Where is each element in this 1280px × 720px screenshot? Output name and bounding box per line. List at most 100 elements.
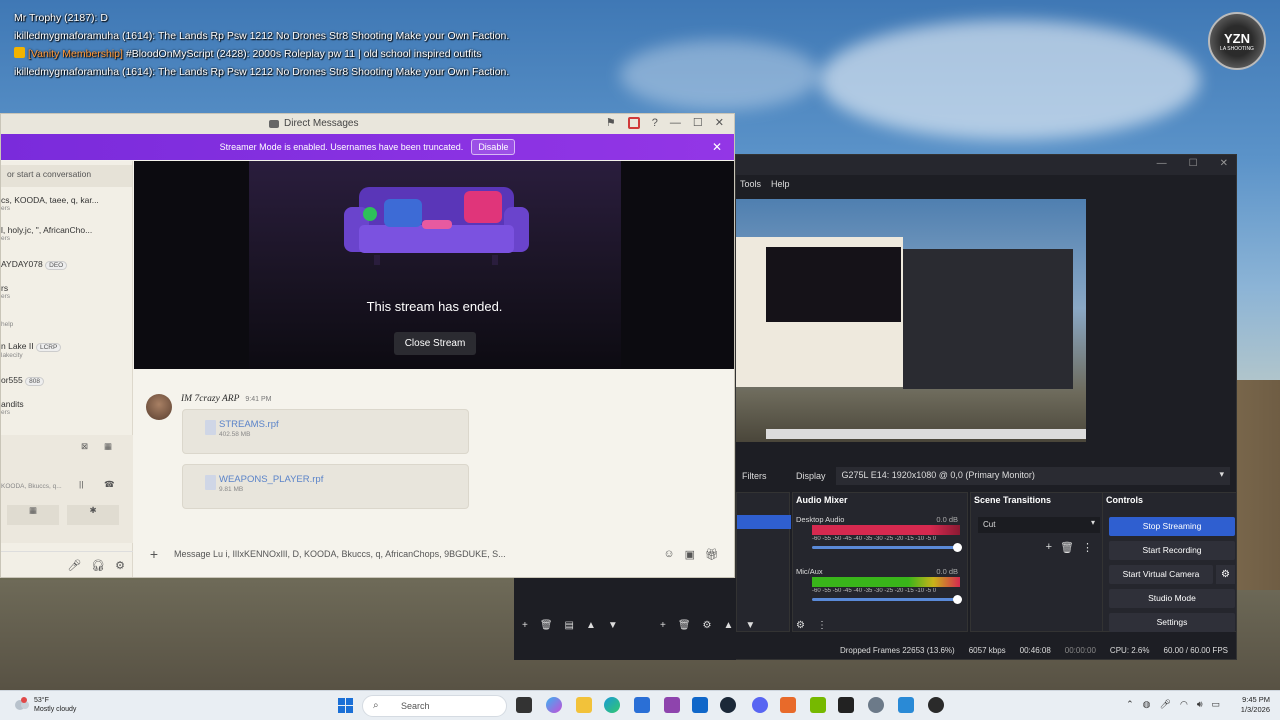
source-row-selected[interactable]: [737, 515, 791, 529]
add-icon[interactable]: +: [1046, 541, 1052, 554]
app-icon[interactable]: [898, 697, 914, 713]
task-view-icon[interactable]: [516, 697, 532, 713]
volume-slider[interactable]: [812, 543, 962, 552]
network-icon[interactable]: ◍: [1143, 699, 1151, 710]
sidebar-item[interactable]: or555 808: [1, 375, 44, 386]
file-attachment[interactable]: STREAMS.rpf 402.58 MB: [182, 409, 469, 454]
minimize-icon[interactable]: —: [1157, 158, 1167, 169]
obs-icon[interactable]: [928, 697, 944, 713]
close-stream-button[interactable]: Close Stream: [394, 332, 476, 355]
volume-slider[interactable]: [812, 595, 962, 604]
menu-help[interactable]: Help: [771, 179, 790, 189]
app-icon[interactable]: [780, 697, 796, 713]
start-recording-button[interactable]: Start Recording: [1109, 541, 1235, 560]
file-name[interactable]: WEAPONS_PLAYER.rpf: [219, 474, 323, 485]
start-icon[interactable]: [338, 698, 353, 713]
down-icon[interactable]: ▼: [745, 620, 755, 631]
microphone-icon[interactable]: 🎤︎: [67, 559, 81, 572]
add-icon[interactable]: +: [660, 620, 666, 631]
wifi-icon[interactable]: ◠: [1180, 699, 1188, 710]
filter-icon[interactable]: ▤: [565, 620, 574, 631]
trash-icon[interactable]: 🗑︎: [678, 620, 691, 631]
sidebar-item[interactable]: l, holy.jc, ", AfricanCho... ers: [1, 225, 92, 242]
clock[interactable]: 9:45 PM 1/3/2026: [1241, 695, 1270, 715]
soundboard-icon[interactable]: ▦: [104, 441, 112, 452]
taskbar-search[interactable]: ⌕ Search: [362, 695, 507, 717]
menu-tools[interactable]: Tools: [740, 179, 761, 189]
nvidia-icon[interactable]: [810, 697, 826, 713]
dropped-frames: Dropped Frames 22653 (13.6%): [839, 645, 955, 655]
store-icon[interactable]: [634, 697, 650, 713]
inbox-icon[interactable]: ⚑: [606, 116, 616, 129]
close-icon[interactable]: ✕: [1220, 158, 1228, 169]
app-icon[interactable]: [664, 697, 680, 713]
emoji-icon[interactable]: ☺: [663, 548, 674, 561]
obs-preview[interactable]: [736, 199, 1086, 442]
maximize-icon[interactable]: ☐: [1189, 158, 1198, 169]
settings-icon[interactable]: [868, 697, 884, 713]
file-attachment[interactable]: WEAPONS_PLAYER.rpf 9.81 MB: [182, 464, 469, 509]
up-icon[interactable]: ▲: [586, 620, 596, 631]
sidebar-item[interactable]: rs ers: [1, 283, 10, 300]
stop-streaming-button[interactable]: Stop Streaming: [1109, 517, 1235, 536]
display-select[interactable]: G275L E14: 1920x1080 @ 0,0 (Primary Moni…: [835, 467, 1230, 485]
discord-icon[interactable]: [752, 697, 768, 713]
settings-icon[interactable]: ⚙: [115, 559, 125, 572]
more-icon[interactable]: ⋮: [1082, 541, 1093, 554]
sidebar-item[interactable]: AYDAY078 DEO: [1, 259, 68, 270]
file-name[interactable]: STREAMS.rpf: [219, 419, 279, 430]
avatar[interactable]: [146, 394, 172, 420]
stream-icon[interactable]: [627, 116, 640, 129]
slider-thumb[interactable]: [953, 543, 962, 552]
down-icon[interactable]: ▼: [608, 620, 618, 631]
start-virtual-camera-button[interactable]: Start Virtual Camera: [1109, 565, 1213, 584]
sidebar-item[interactable]: n Lake II LCRP lakecity: [1, 341, 62, 359]
gift-icon[interactable]: 🎁︎: [705, 548, 719, 561]
app-icon[interactable]: [838, 697, 854, 713]
trash-icon[interactable]: 🗑︎: [540, 620, 553, 631]
meter-scale: -60 -55 -50 -45 -40 -35 -30 -25 -20 -15 …: [812, 588, 937, 594]
hangup-icon[interactable]: ☎: [104, 479, 115, 490]
studio-mode-button[interactable]: Studio Mode: [1109, 589, 1235, 608]
weather-widget[interactable]: 53°F Mostly cloudy: [14, 696, 76, 714]
slider-thumb[interactable]: [953, 595, 962, 604]
grid-view-button[interactable]: ▦: [7, 505, 59, 525]
headphones-icon[interactable]: 🎧︎: [91, 559, 105, 572]
virtual-camera-settings-icon[interactable]: ⚙: [1216, 565, 1235, 584]
help-icon[interactable]: ?: [652, 117, 658, 129]
disconnect-icon[interactable]: ⊠: [81, 441, 88, 452]
activity-button[interactable]: ✱: [67, 505, 119, 525]
minimize-icon[interactable]: —: [670, 117, 681, 129]
image-icon[interactable]: ▣: [685, 548, 695, 561]
steam-icon[interactable]: [720, 697, 736, 713]
file-explorer-icon[interactable]: [576, 697, 592, 713]
edge-icon[interactable]: [604, 697, 620, 713]
sidebar-item[interactable]: cs, KOODA, taee, q, kar... ers: [1, 195, 99, 212]
advanced-audio-icon[interactable]: ⚙: [796, 620, 805, 631]
volume-icon[interactable]: 🔊︎: [1197, 699, 1203, 710]
more-icon[interactable]: ⋮: [817, 620, 827, 631]
close-icon[interactable]: ✕: [715, 116, 724, 129]
trash-icon[interactable]: 🗑︎: [1060, 541, 1074, 554]
up-icon[interactable]: ▲: [724, 620, 734, 631]
battery-icon[interactable]: ▭: [1211, 699, 1220, 710]
gear-icon[interactable]: ⚙: [703, 620, 712, 631]
transition-select[interactable]: Cut: [978, 517, 1100, 533]
sidebar-item[interactable]: andits ers: [1, 399, 24, 416]
message-input[interactable]: Message Lu i, IlIxKENNOxIlI, D, KOODA, B…: [174, 549, 663, 559]
message-author[interactable]: IM 7crazy ARP 9:41 PM: [181, 394, 271, 404]
outlook-icon[interactable]: [692, 697, 708, 713]
conversation-search[interactable]: or start a conversation: [1, 165, 132, 187]
add-attachment-icon[interactable]: +: [134, 546, 174, 562]
microphone-icon[interactable]: 🎤︎: [1160, 699, 1171, 710]
filters-button[interactable]: Filters: [736, 471, 786, 481]
settings-button[interactable]: Settings: [1109, 613, 1235, 632]
sidebar-item[interactable]: help: [1, 321, 13, 328]
close-banner-icon[interactable]: ✕: [712, 140, 722, 154]
disable-button[interactable]: Disable: [471, 139, 516, 155]
dm-icon: [269, 119, 279, 128]
add-icon[interactable]: +: [522, 620, 528, 631]
maximize-icon[interactable]: ☐: [693, 116, 703, 129]
chevron-up-icon[interactable]: ⌃: [1126, 699, 1134, 710]
copilot-icon[interactable]: [546, 697, 562, 713]
